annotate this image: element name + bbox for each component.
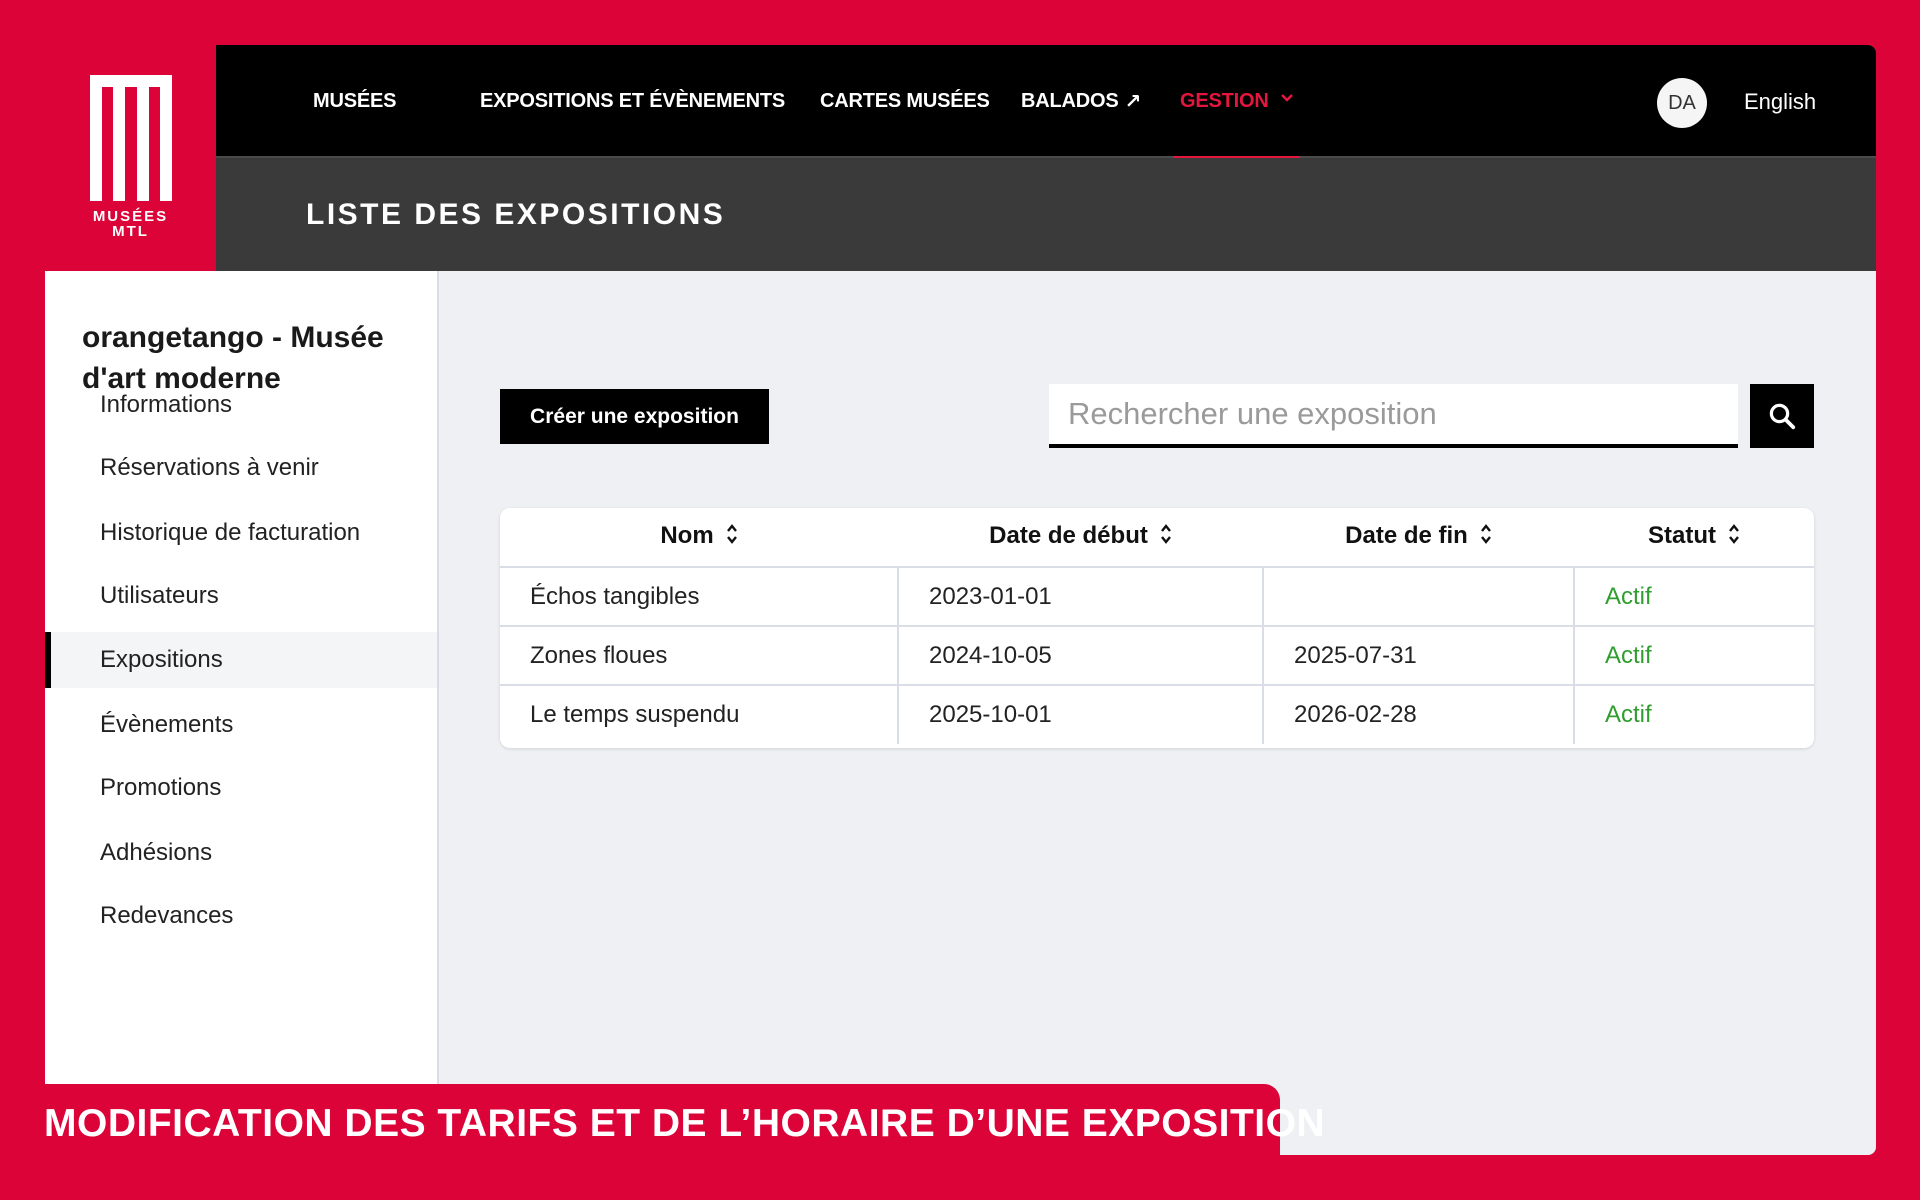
nav-cartes-musees[interactable]: CARTES MUSÉES xyxy=(820,45,990,158)
sidebar-item-adhesions[interactable]: Adhésions xyxy=(45,825,437,881)
column-header-nom[interactable]: Nom xyxy=(500,508,898,568)
nav-gestion[interactable]: GESTION xyxy=(1173,45,1300,160)
sort-icon xyxy=(726,523,738,552)
nav-balados[interactable]: BALADOS ↗ xyxy=(1021,45,1141,158)
cell-statut: Actif xyxy=(1573,626,1814,686)
user-avatar[interactable]: DA xyxy=(1657,78,1707,128)
cell-date-fin: 2026-02-28 xyxy=(1262,685,1574,744)
cell-statut: Actif xyxy=(1573,567,1814,627)
sidebar-item-evenements[interactable]: Évènements xyxy=(45,697,437,753)
column-header-label: Date de début xyxy=(989,522,1148,550)
cell-nom: Échos tangibles xyxy=(500,567,898,627)
app-frame: MUSÉES MTL MUSÉES EXPOSITIONS ET ÉVÈNEME… xyxy=(45,45,1876,1155)
nav-expositions-evenements[interactable]: EXPOSITIONS ET ÉVÈNEMENTS xyxy=(480,45,785,158)
sidebar: orangetango - Musée d'art moderne Inform… xyxy=(45,271,439,1155)
nav-label: GESTION xyxy=(1180,90,1269,112)
sort-icon xyxy=(1160,523,1172,552)
nav-label: CARTES MUSÉES xyxy=(820,90,990,112)
column-header-label: Date de fin xyxy=(1345,522,1468,550)
caption-text: MODIFICATION DES TARIFS ET DE L’HORAIRE … xyxy=(44,1102,1326,1145)
nav-label: BALADOS xyxy=(1021,90,1119,112)
cell-date-fin: 2025-07-31 xyxy=(1262,626,1574,686)
sidebar-item-label: Redevances xyxy=(100,902,234,929)
table-row[interactable]: Échos tangibles 2023-01-01 Actif xyxy=(500,567,1814,627)
expositions-table: Nom Date de début Date de fin Statut Éch… xyxy=(500,508,1814,748)
search-input[interactable] xyxy=(1049,384,1738,448)
chevron-down-icon xyxy=(1280,91,1293,105)
sidebar-item-promotions[interactable]: Promotions xyxy=(45,760,437,816)
main-content: Créer une exposition Nom xyxy=(439,271,1876,1155)
logo-text: MUSÉES MTL xyxy=(93,209,168,239)
sidebar-item-informations[interactable]: Informations xyxy=(45,377,437,433)
sidebar-item-label: Adhésions xyxy=(100,839,213,866)
cell-date-fin xyxy=(1262,567,1574,627)
sidebar-item-label: Évènements xyxy=(100,711,234,738)
cell-date-debut: 2024-10-05 xyxy=(897,626,1263,686)
sidebar-item-expositions[interactable]: Expositions xyxy=(45,632,437,688)
column-header-label: Statut xyxy=(1648,522,1716,550)
sidebar-item-label: Historique de facturation xyxy=(100,519,361,546)
cell-nom: Zones floues xyxy=(500,626,898,686)
logo-text-line1: MUSÉES xyxy=(92,208,169,225)
cell-nom: Le temps suspendu xyxy=(530,701,740,728)
musees-mtl-logo-icon xyxy=(89,75,172,201)
page-title: LISTE DES EXPOSITIONS xyxy=(306,197,726,231)
sort-icon xyxy=(1728,523,1740,552)
sidebar-item-historique-facturation[interactable]: Historique de facturation xyxy=(45,505,437,561)
column-header-date-fin[interactable]: Date de fin xyxy=(1263,508,1574,568)
page-header: LISTE DES EXPOSITIONS xyxy=(216,158,1876,271)
search-icon xyxy=(1769,403,1796,430)
nav-label: EXPOSITIONS ET ÉVÈNEMENTS xyxy=(480,90,786,112)
table-header-row: Nom Date de début Date de fin Statut xyxy=(500,508,1814,568)
column-header-statut[interactable]: Statut xyxy=(1574,508,1814,568)
sidebar-item-label: Promotions xyxy=(100,774,222,801)
sidebar-item-redevances[interactable]: Redevances xyxy=(45,888,437,944)
sidebar-item-label: Réservations à venir xyxy=(100,454,319,481)
external-link-icon: ↗ xyxy=(1124,91,1142,113)
sidebar-item-label: Informations xyxy=(100,391,233,418)
language-switch[interactable]: English xyxy=(1744,45,1816,158)
cell-date-debut: 2025-10-01 xyxy=(897,685,1263,744)
nav-musees[interactable]: MUSÉES xyxy=(313,45,396,158)
cell-date-debut: 2023-01-01 xyxy=(897,567,1263,627)
caption-banner: MODIFICATION DES TARIFS ET DE L’HORAIRE … xyxy=(0,1084,1325,1200)
table-row[interactable]: Zones floues 2024-10-05 2025-07-31 Actif xyxy=(500,626,1814,686)
sidebar-item-label: Utilisateurs xyxy=(100,582,219,609)
top-navigation: MUSÉES EXPOSITIONS ET ÉVÈNEMENTS CARTES … xyxy=(216,45,1876,160)
table-row[interactable]: Le temps suspendu 2025-10-01 2026-02-28 … xyxy=(500,685,1814,744)
logo[interactable]: MUSÉES MTL xyxy=(45,45,216,271)
sidebar-item-reservations[interactable]: Réservations à venir xyxy=(45,440,437,496)
column-header-date-debut[interactable]: Date de début xyxy=(898,508,1263,568)
nav-label: MUSÉES xyxy=(313,90,397,112)
search-button[interactable] xyxy=(1750,384,1814,448)
logo-text-line2: MTL xyxy=(112,223,149,240)
column-header-label: Nom xyxy=(660,522,714,550)
cell-statut: Actif xyxy=(1573,685,1814,744)
sort-icon xyxy=(1480,523,1492,552)
sidebar-item-label: Expositions xyxy=(100,646,223,673)
create-exposition-button[interactable]: Créer une exposition xyxy=(500,389,769,444)
sidebar-item-utilisateurs[interactable]: Utilisateurs xyxy=(45,568,437,624)
